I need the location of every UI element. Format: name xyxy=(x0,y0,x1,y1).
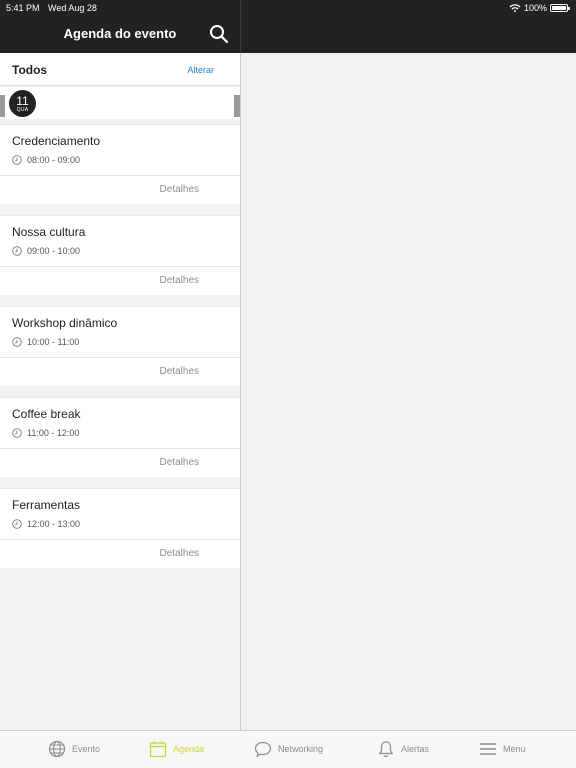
agenda-item-title: Workshop dinâmico xyxy=(12,316,118,330)
card-divider xyxy=(0,175,240,176)
agenda-item-time-text: 09:00 - 10:00 xyxy=(27,246,81,256)
agenda-item-title: Nossa cultura xyxy=(12,225,86,239)
agenda-item-time: 10:00 - 11:00 xyxy=(12,337,79,347)
filter-row: Todos Alterar xyxy=(0,53,240,86)
status-date: Wed Aug 28 xyxy=(48,3,97,13)
details-button[interactable]: Detalhes xyxy=(160,275,199,286)
agenda-item-time: 11:00 - 12:00 xyxy=(12,428,79,438)
tab-networking[interactable]: Networking xyxy=(254,740,323,758)
hamburger-menu-icon xyxy=(480,743,496,755)
date-strip-scroll-left[interactable] xyxy=(0,95,5,117)
status-right: 100% xyxy=(509,3,570,13)
agenda-item-time: 09:00 - 10:00 xyxy=(12,246,80,256)
tab-label: Alertas xyxy=(401,744,430,754)
selected-date-weekday: QUA xyxy=(16,107,29,113)
details-button[interactable]: Detalhes xyxy=(160,548,199,559)
detail-panel xyxy=(241,53,576,730)
tab-label: Networking xyxy=(278,744,324,754)
globe-icon xyxy=(48,740,66,758)
top-bar: 5:41 PM Wed Aug 28 100% Agenda do evento xyxy=(0,0,576,53)
filter-label: Todos xyxy=(12,63,48,77)
clock-icon xyxy=(12,519,22,529)
agenda-item-title: Ferramentas xyxy=(12,498,81,512)
tab-label: Menu xyxy=(503,744,526,754)
selected-date[interactable]: 11 QUA xyxy=(9,90,36,117)
clock-icon xyxy=(12,246,22,256)
card-divider xyxy=(0,266,240,267)
agenda-item[interactable]: Workshop dinâmico 10:00 - 11:00 Detalhes xyxy=(0,306,240,386)
clock-icon xyxy=(12,337,22,347)
search-button[interactable] xyxy=(209,24,229,44)
agenda-item-time: 08:00 - 09:00 xyxy=(12,155,80,165)
details-button[interactable]: Detalhes xyxy=(160,366,199,377)
tab-evento[interactable]: Evento xyxy=(48,740,100,758)
chat-bubble-icon xyxy=(254,741,272,758)
agenda-item-time-text: 12:00 - 13:00 xyxy=(27,519,81,529)
card-divider xyxy=(0,539,240,540)
tab-alertas[interactable]: Alertas xyxy=(377,740,429,758)
tab-agenda[interactable]: Agenda xyxy=(149,740,204,758)
details-button[interactable]: Detalhes xyxy=(160,457,199,468)
header-divider xyxy=(240,0,241,53)
status-bar: 5:41 PM Wed Aug 28 100% xyxy=(0,0,576,16)
details-button[interactable]: Detalhes xyxy=(160,184,199,195)
tab-menu[interactable]: Menu xyxy=(479,740,526,758)
search-icon xyxy=(210,25,229,44)
clock-icon xyxy=(12,428,22,438)
tab-label: Agenda xyxy=(173,744,205,754)
tab-bar: Evento Agenda Networking Alertas Menu xyxy=(0,730,576,768)
calendar-icon xyxy=(149,741,167,758)
wifi-icon xyxy=(509,3,521,12)
clock-icon xyxy=(12,155,22,165)
agenda-item-time: 12:00 - 13:00 xyxy=(12,519,80,529)
card-divider xyxy=(0,448,240,449)
agenda-item-time-text: 08:00 - 09:00 xyxy=(27,155,81,165)
battery-icon xyxy=(550,4,570,12)
page-title: Agenda do evento xyxy=(63,26,177,41)
card-divider xyxy=(0,357,240,358)
change-filter-link[interactable]: Alterar xyxy=(187,65,214,75)
agenda-list: Credenciamento 08:00 - 09:00 Detalhes No… xyxy=(0,124,240,579)
agenda-item[interactable]: Coffee break 11:00 - 12:00 Detalhes xyxy=(0,397,240,477)
bell-icon xyxy=(378,741,394,758)
agenda-item-title: Coffee break xyxy=(12,407,81,421)
selected-date-day: 11 xyxy=(16,94,29,108)
agenda-item[interactable]: Ferramentas 12:00 - 13:00 Detalhes xyxy=(0,488,240,568)
agenda-item[interactable]: Nossa cultura 09:00 - 10:00 Detalhes xyxy=(0,215,240,295)
tab-label: Evento xyxy=(72,744,101,754)
agenda-panel: Todos Alterar 11 QUA Credenciamento 08:0… xyxy=(0,53,240,730)
agenda-item-time-text: 10:00 - 11:00 xyxy=(27,337,80,347)
date-strip[interactable]: 11 QUA xyxy=(0,87,240,119)
battery-percent: 100% xyxy=(523,3,547,13)
agenda-item-time-text: 11:00 - 12:00 xyxy=(27,428,80,438)
status-time: 5:41 PM xyxy=(6,3,40,13)
agenda-item[interactable]: Credenciamento 08:00 - 09:00 Detalhes xyxy=(0,124,240,204)
agenda-item-title: Credenciamento xyxy=(12,134,101,148)
